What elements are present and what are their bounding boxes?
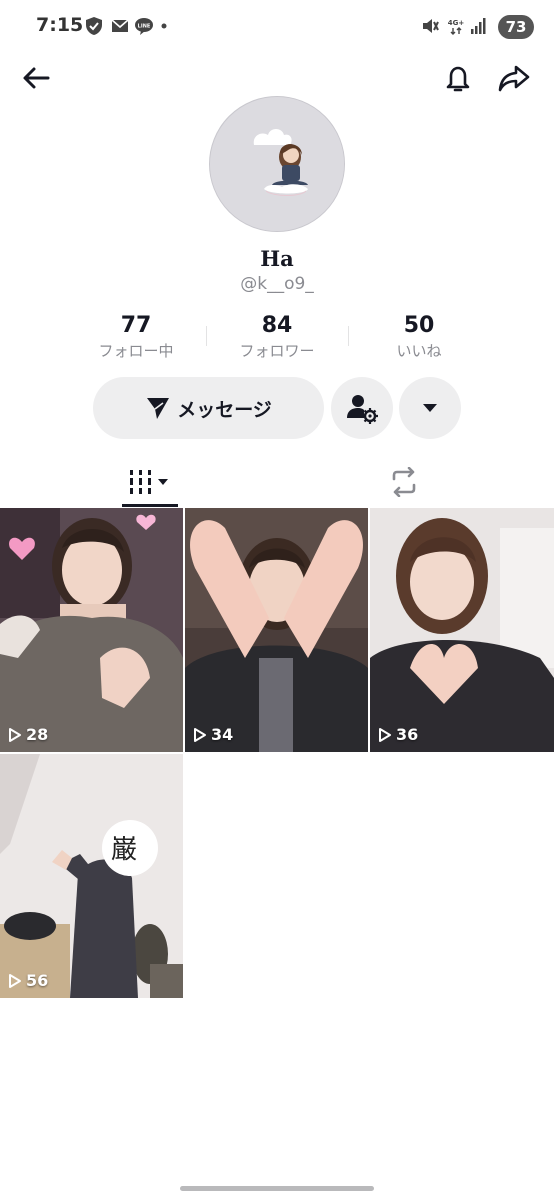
- battery-indicator: 73: [498, 15, 534, 39]
- more-options-dropdown-button[interactable]: [399, 377, 461, 439]
- profile-tabs: [0, 456, 554, 508]
- active-tab-indicator: [122, 504, 178, 507]
- view-count: 36: [378, 725, 418, 744]
- message-button-label: メッセージ: [177, 398, 272, 421]
- video-thumbnail-image: [185, 508, 368, 752]
- view-count: 34: [193, 725, 233, 744]
- vibrate-mute-icon: [423, 19, 439, 33]
- videos-grid-icon: [129, 470, 168, 494]
- shield-icon: [86, 17, 102, 35]
- share-icon: [498, 65, 530, 92]
- dot-icon: [161, 23, 167, 29]
- stat-following-count: 77: [120, 313, 152, 338]
- arrow-left-icon: [23, 67, 50, 89]
- user-settings-icon: [347, 395, 378, 424]
- status-time: 7:15: [36, 14, 84, 36]
- stat-likes-label: いいね: [396, 342, 442, 360]
- stat-followers-count: 84: [261, 313, 293, 338]
- play-icon: [379, 727, 391, 742]
- view-count: 56: [8, 971, 48, 990]
- share-button[interactable]: [494, 58, 534, 98]
- stat-following-label: フォロー中: [98, 342, 174, 360]
- stat-followers[interactable]: 84 フォロワー: [207, 312, 347, 362]
- profile-stats: 77 フォロー中 84 フォロワー 50 いいね: [0, 312, 554, 366]
- username: @k__o9_: [240, 274, 314, 294]
- message-button[interactable]: メッセージ: [93, 377, 324, 439]
- sticker-glyph: 巌: [111, 835, 137, 865]
- home-indicator[interactable]: [180, 1186, 374, 1191]
- play-icon: [9, 727, 21, 742]
- video-thumbnail[interactable]: 36: [370, 508, 554, 752]
- repost-icon: [392, 467, 415, 497]
- view-count-text: 36: [396, 725, 419, 744]
- network-icon: 4G+: [448, 19, 465, 35]
- avatar[interactable]: [209, 96, 345, 232]
- svg-text:LINE: LINE: [138, 24, 151, 30]
- signal-icon: [471, 18, 486, 34]
- display-name: Ha: [260, 246, 294, 271]
- play-icon: [194, 727, 206, 742]
- tab-reposts[interactable]: [265, 456, 542, 508]
- send-icon: [147, 398, 170, 419]
- avatar-illustration: [210, 97, 344, 231]
- video-thumbnail-image: [370, 508, 554, 752]
- bell-icon: [446, 66, 470, 92]
- tab-videos[interactable]: [12, 456, 289, 508]
- network-label: 4G+: [448, 19, 465, 27]
- caret-down-icon: [423, 404, 437, 412]
- stat-likes[interactable]: 50 いいね: [349, 312, 489, 362]
- video-thumbnail[interactable]: 34: [185, 508, 368, 752]
- video-thumbnail[interactable]: 巌 56: [0, 754, 183, 998]
- notification-bell-button[interactable]: [438, 58, 478, 98]
- stat-followers-label: フォロワー: [239, 342, 315, 360]
- video-thumbnail-image: [0, 508, 183, 752]
- stat-following[interactable]: 77 フォロー中: [66, 312, 206, 362]
- view-count-text: 56: [26, 971, 49, 990]
- status-bar: 7:15 LINE 4G+ 73: [0, 0, 554, 54]
- back-button[interactable]: [16, 58, 56, 98]
- video-thumbnail[interactable]: 28: [0, 508, 183, 752]
- friend-settings-button[interactable]: [331, 377, 393, 439]
- stat-likes-count: 50: [403, 313, 435, 338]
- profile-actions: メッセージ: [0, 377, 554, 439]
- line-app-icon: LINE: [135, 18, 153, 35]
- view-count-text: 28: [26, 725, 49, 744]
- video-thumbnail-image: 巌: [0, 754, 183, 998]
- view-count: 28: [8, 725, 48, 744]
- view-count-text: 34: [211, 725, 234, 744]
- play-icon: [9, 973, 21, 988]
- mail-icon: [111, 19, 129, 32]
